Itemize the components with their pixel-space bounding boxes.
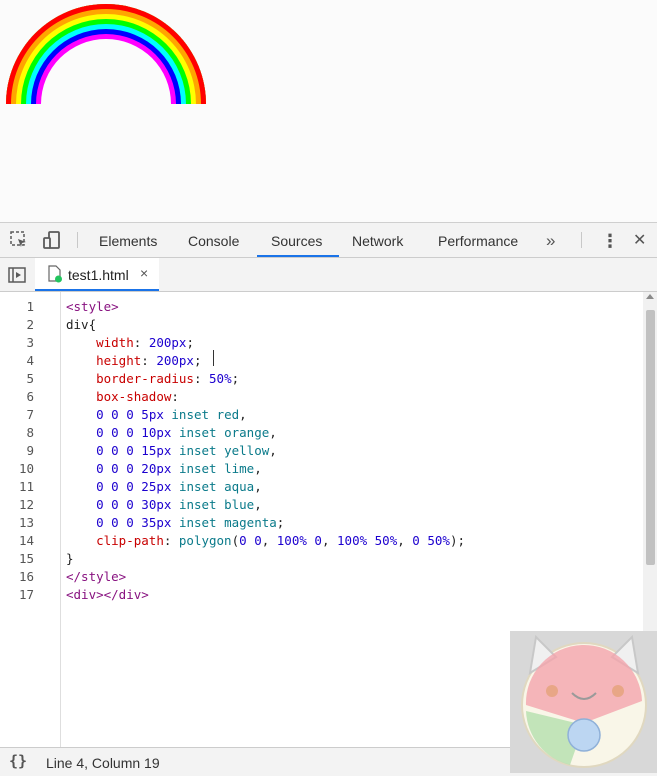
tab-network[interactable]: Network <box>352 223 403 257</box>
line-number: 1 <box>26 299 34 314</box>
tab-performance[interactable]: Performance <box>438 223 518 257</box>
line-number: 9 <box>26 443 34 458</box>
code-line[interactable]: box-shadow: <box>66 389 179 404</box>
code-line[interactable]: clip-path: polygon(0 0, 100% 0, 100% 50%… <box>66 533 465 548</box>
line-number: 13 <box>18 515 34 530</box>
file-tab-bar: test1.html × <box>0 258 657 292</box>
code-line[interactable]: 0 0 0 20px inset lime, <box>66 461 262 476</box>
line-number: 14 <box>18 533 34 548</box>
format-icon[interactable]: {} <box>9 752 27 770</box>
tab-console[interactable]: Console <box>188 223 239 257</box>
line-number: 5 <box>26 371 34 386</box>
code-line[interactable]: border-radius: 50%; <box>66 371 239 386</box>
tab-elements[interactable]: Elements <box>99 223 157 257</box>
code-line[interactable]: 0 0 0 5px inset red, <box>66 407 247 422</box>
code-line[interactable]: div{ <box>66 317 96 332</box>
code-line[interactable]: 0 0 0 25px inset aqua, <box>66 479 262 494</box>
devtools-toolbar: Elements Console Sources Network Perform… <box>0 223 657 258</box>
page-preview <box>0 0 657 222</box>
code-line[interactable]: height: 200px; <box>66 353 201 368</box>
rainbow-shape <box>6 4 206 104</box>
toolbar-separator <box>581 232 582 248</box>
line-number: 7 <box>26 407 34 422</box>
scrollbar-thumb[interactable] <box>646 310 655 565</box>
tab-sources[interactable]: Sources <box>271 223 322 257</box>
file-tab-close-icon[interactable]: × <box>140 265 148 281</box>
line-number: 4 <box>26 353 34 368</box>
active-tab-indicator <box>257 255 339 257</box>
code-line[interactable]: </style> <box>66 569 126 584</box>
navigator-toggle-icon[interactable] <box>7 265 27 285</box>
code-line[interactable]: 0 0 0 35px inset magenta; <box>66 515 284 530</box>
file-icon <box>48 265 62 283</box>
line-number: 6 <box>26 389 34 404</box>
line-number: 8 <box>26 425 34 440</box>
line-number: 16 <box>18 569 34 584</box>
line-number: 10 <box>18 461 34 476</box>
line-number: 15 <box>18 551 34 566</box>
code-line[interactable]: 0 0 0 10px inset orange, <box>66 425 277 440</box>
code-line[interactable]: <div></div> <box>66 587 149 602</box>
code-line[interactable]: width: 200px; <box>66 335 194 350</box>
toolbar-separator <box>77 232 78 248</box>
cat-mascot-image <box>510 631 657 773</box>
scroll-up-icon[interactable] <box>646 294 654 299</box>
file-tab-test1[interactable]: test1.html × <box>35 258 159 291</box>
code-line[interactable]: 0 0 0 15px inset yellow, <box>66 443 277 458</box>
line-number: 11 <box>18 479 34 494</box>
line-number: 3 <box>26 335 34 350</box>
line-number: 17 <box>18 587 34 602</box>
code-line[interactable]: } <box>66 551 74 566</box>
text-cursor <box>213 350 214 366</box>
more-tabs-icon[interactable]: » <box>546 223 555 257</box>
line-number: 12 <box>18 497 34 512</box>
line-number-gutter: 1 2 3 4 5 6 7 8 9 10 11 12 13 14 15 16 17 <box>0 292 61 747</box>
device-toggle-icon[interactable] <box>42 230 62 250</box>
line-number: 2 <box>26 317 34 332</box>
inspect-icon[interactable] <box>9 230 29 250</box>
cursor-position: Line 4, Column 19 <box>46 755 160 771</box>
code-line[interactable]: <style> <box>66 299 119 314</box>
close-icon[interactable]: ✕ <box>633 223 646 257</box>
code-line[interactable]: 0 0 0 30px inset blue, <box>66 497 262 512</box>
kebab-menu-icon[interactable]: ⋮ <box>601 223 619 257</box>
file-tab-label: test1.html <box>68 267 129 283</box>
